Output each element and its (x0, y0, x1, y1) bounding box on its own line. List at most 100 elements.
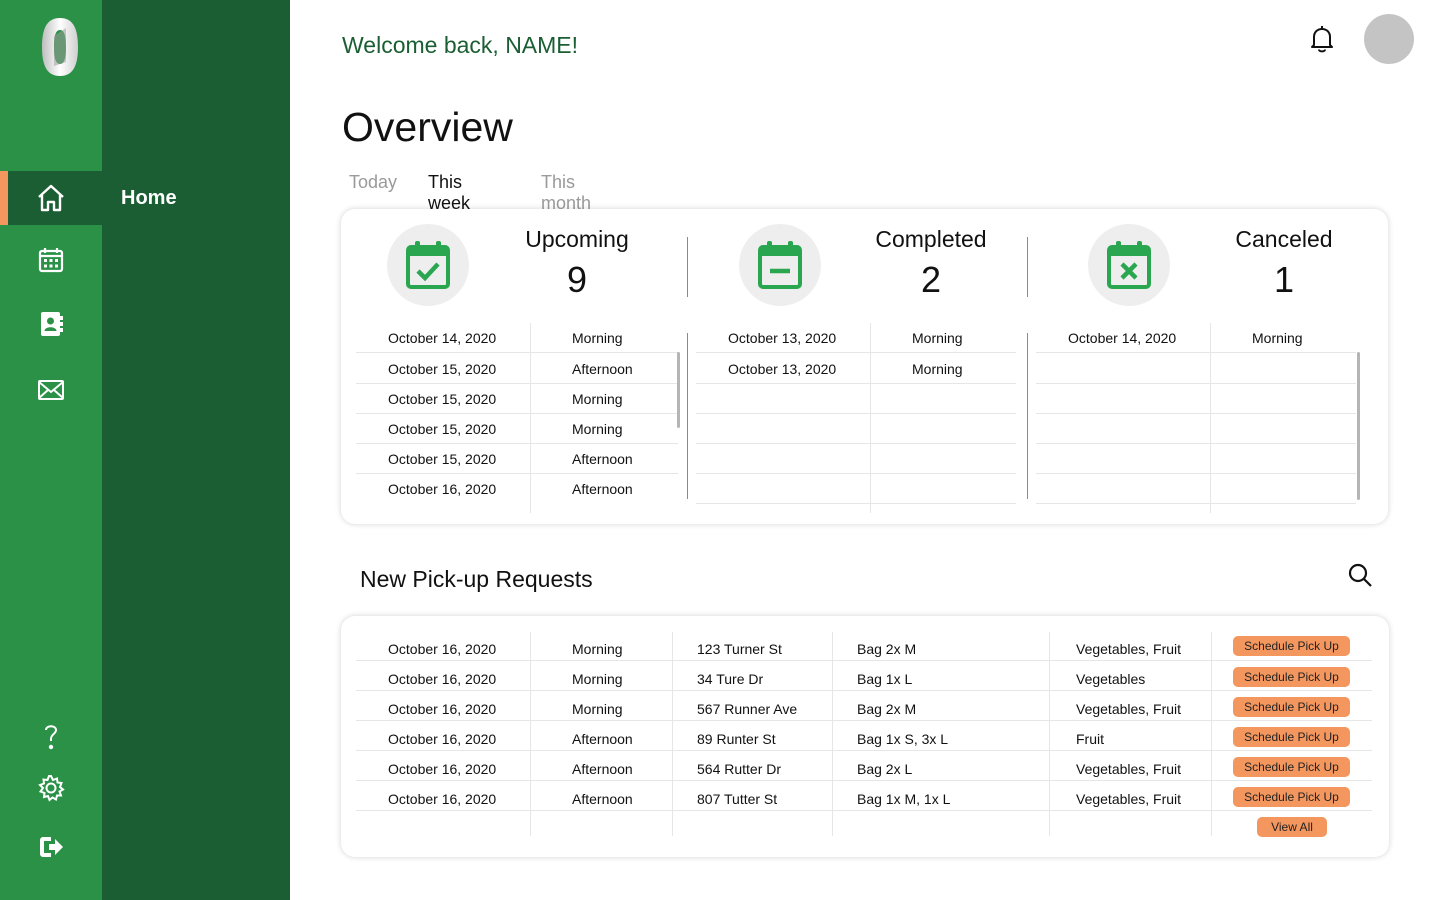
table-row[interactable]: October 14, 2020 Morning (1036, 323, 1356, 353)
request-time: Morning (572, 641, 623, 657)
request-time: Afternoon (572, 761, 633, 777)
table-row[interactable]: October 15, 2020 Morning (356, 414, 678, 444)
app-logo (42, 18, 78, 76)
request-items: Vegetables, Fruit (1076, 701, 1182, 717)
table-row[interactable]: October 15, 2020 Afternoon (356, 354, 678, 384)
nav-panel: Home (102, 0, 290, 900)
table-row[interactable]: October 14, 2020 Morning (356, 323, 678, 353)
search-icon[interactable] (1347, 562, 1373, 588)
request-items: Vegetables (1076, 671, 1146, 687)
row-date: October 15, 2020 (388, 391, 497, 407)
envelope-icon (38, 380, 64, 400)
page-title: Overview (342, 104, 513, 150)
request-row[interactable]: October 16, 2020 Afternoon 807 Tutter St… (356, 781, 1372, 811)
rail-messages[interactable] (0, 363, 102, 417)
rail-logout[interactable] (0, 820, 102, 874)
nav-item-home[interactable]: Home (102, 171, 290, 225)
avatar[interactable] (1364, 14, 1414, 64)
row-time: Morning (572, 421, 623, 437)
requests-title: New Pick-up Requests (360, 566, 593, 592)
table-row (696, 474, 1016, 504)
upcoming-scrollbar[interactable] (677, 352, 680, 428)
request-row[interactable]: October 16, 2020 Afternoon 89 Runter St … (356, 721, 1372, 751)
tab-today[interactable]: Today (349, 170, 397, 197)
bell-icon[interactable] (1308, 24, 1336, 54)
row-time: Afternoon (572, 451, 633, 467)
request-date: October 16, 2020 (388, 731, 497, 747)
request-time: Morning (572, 701, 623, 717)
schedule-pickup-button[interactable]: Schedule Pick Up (1233, 727, 1350, 747)
request-bags: Bag 2x M (857, 701, 917, 717)
request-address: 564 Rutter Dr (697, 761, 782, 777)
row-time: Morning (1252, 330, 1303, 346)
upcoming-table: October 14, 2020 Morning October 15, 2020… (356, 323, 678, 513)
rail-calendar[interactable] (0, 233, 102, 287)
request-address: 89 Runter St (697, 731, 776, 747)
request-bags: Bag 2x L (857, 761, 913, 777)
rail-help[interactable] (0, 709, 102, 763)
table-row[interactable]: October 15, 2020 Morning (356, 384, 678, 414)
request-time: Afternoon (572, 731, 633, 747)
request-row[interactable]: October 16, 2020 Afternoon 564 Rutter Dr… (356, 751, 1372, 781)
canceled-icon-circle (1088, 224, 1170, 306)
home-icon (38, 184, 64, 212)
request-row[interactable]: October 16, 2020 Morning 567 Runner Ave … (356, 691, 1372, 721)
table-row (696, 414, 1016, 444)
table-row[interactable]: October 13, 2020 Morning (696, 354, 1016, 384)
request-address: 123 Turner St (697, 641, 782, 657)
table-row[interactable]: October 16, 2020 Afternoon (356, 474, 678, 504)
request-time: Morning (572, 671, 623, 687)
request-date: October 16, 2020 (388, 701, 497, 717)
request-address: 807 Tutter St (697, 791, 778, 807)
view-all-button[interactable]: View All (1257, 817, 1327, 837)
schedule-pickup-button[interactable]: Schedule Pick Up (1233, 757, 1350, 777)
rail-home[interactable] (0, 171, 102, 225)
request-date: October 16, 2020 (388, 761, 497, 777)
request-bags: Bag 2x M (857, 641, 917, 657)
schedule-pickup-button[interactable]: Schedule Pick Up (1233, 667, 1350, 687)
calendar-icon (38, 248, 64, 273)
divider (687, 333, 688, 499)
request-address: 567 Runner Ave (697, 701, 798, 717)
request-row[interactable]: October 16, 2020 Morning 123 Turner St B… (356, 631, 1372, 661)
schedule-pickup-button[interactable]: Schedule Pick Up (1233, 787, 1350, 807)
row-date: October 14, 2020 (1068, 330, 1177, 346)
request-row[interactable]: October 16, 2020 Morning 34 Ture Dr Bag … (356, 661, 1372, 691)
row-date: October 16, 2020 (388, 481, 497, 497)
divider (1027, 237, 1028, 297)
divider (687, 237, 688, 297)
row-date: October 13, 2020 (728, 330, 837, 346)
contact-book-icon (41, 312, 63, 336)
schedule-pickup-button[interactable]: Schedule Pick Up (1233, 697, 1350, 717)
canceled-table: October 14, 2020 Morning (1036, 323, 1356, 513)
row-time: Morning (912, 330, 963, 346)
calendar-check-icon (406, 241, 450, 289)
icon-rail (0, 0, 102, 900)
logout-icon (40, 837, 63, 857)
request-items: Vegetables, Fruit (1076, 641, 1182, 657)
canceled-scrollbar[interactable] (1357, 352, 1360, 500)
schedule-pickup-button[interactable]: Schedule Pick Up (1233, 636, 1350, 656)
table-row (696, 444, 1016, 474)
table-row (1036, 384, 1356, 414)
overview-card: Upcoming 9 Completed 2 Canceled 1 Octobe… (341, 209, 1388, 524)
row-date: October 15, 2020 (388, 361, 497, 377)
rail-contacts[interactable] (0, 297, 102, 351)
rail-settings[interactable] (0, 761, 102, 815)
request-date: October 16, 2020 (388, 791, 497, 807)
row-time: Morning (572, 391, 623, 407)
table-row[interactable]: October 13, 2020 Morning (696, 323, 1016, 353)
request-bags: Bag 1x S, 3x L (857, 731, 949, 747)
request-date: October 16, 2020 (388, 671, 497, 687)
canceled-count: 1 (1273, 259, 1295, 300)
row-time: Morning (912, 361, 963, 377)
completed-label: Completed (875, 226, 987, 252)
table-row (1036, 444, 1356, 474)
row-date: October 14, 2020 (388, 330, 497, 346)
completed-count: 2 (920, 259, 942, 300)
request-items: Vegetables, Fruit (1076, 761, 1182, 777)
row-time: Afternoon (572, 361, 633, 377)
question-mark-icon (45, 725, 58, 750)
table-row[interactable]: October 15, 2020 Afternoon (356, 444, 678, 474)
gear-icon (38, 775, 65, 802)
